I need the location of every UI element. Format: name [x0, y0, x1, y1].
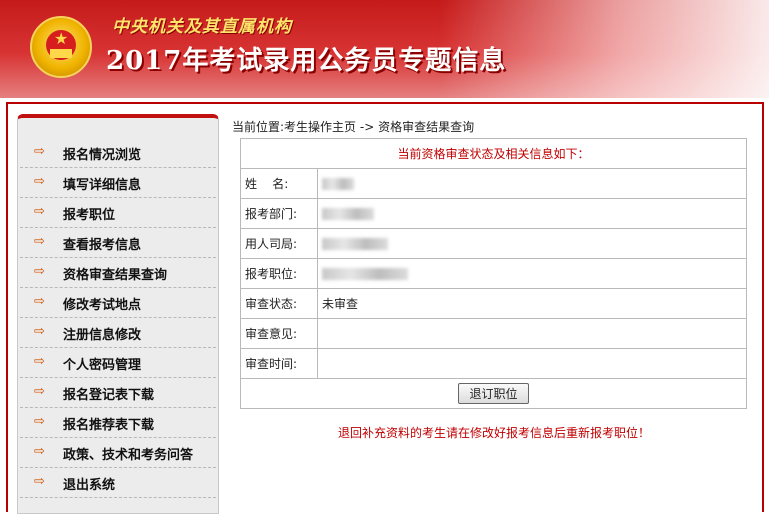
arrow-right-icon: ⇨	[34, 474, 45, 489]
arrow-right-icon: ⇨	[34, 414, 45, 429]
table-row: 审查时间:	[240, 348, 747, 379]
resubmit-notice: 退回补充资料的考生请在修改好报考信息后重新报考职位！	[338, 426, 651, 440]
arrow-right-icon: ⇨	[34, 294, 45, 309]
sidebar-item-label: 政策、技术和考务问答	[63, 448, 194, 463]
sidebar-item-label: 修改考试地点	[63, 298, 142, 313]
breadcrumb: 当前位置:考生操作主页 -> 资格审查结果查询	[232, 118, 474, 135]
table-header: 当前资格审查状态及相关信息如下：	[240, 138, 747, 169]
row-label: 姓 名:	[240, 168, 318, 199]
breadcrumb-home-link[interactable]: 考生操作主页	[284, 120, 356, 134]
banner-title: 2017年考试录用公务员专题信息	[106, 46, 507, 76]
table-row: 审查状态: 未审查	[240, 288, 747, 319]
row-label: 审查状态:	[240, 288, 318, 319]
row-label: 审查意见:	[240, 318, 318, 349]
sidebar-item-label: 报名登记表下载	[63, 388, 155, 403]
table-row: 审查意见:	[240, 318, 747, 349]
national-emblem-icon: ★	[30, 16, 92, 78]
sidebar-item-password[interactable]: ⇨ 个人密码管理	[20, 348, 216, 378]
sidebar-item-label: 填写详细信息	[63, 178, 142, 193]
bureau-value	[317, 228, 747, 259]
redacted-bureau	[322, 238, 388, 250]
review-info-table: 当前资格审查状态及相关信息如下： 姓 名: 报考部门: 用人司局: 报考职位: …	[240, 138, 747, 409]
table-row: 用人司局:	[240, 228, 747, 259]
cancel-position-button[interactable]: 退订职位	[458, 383, 529, 404]
sidebar-item-change-location[interactable]: ⇨ 修改考试地点	[20, 288, 216, 318]
table-row: 报考职位:	[240, 258, 747, 289]
arrow-right-icon: ⇨	[34, 264, 45, 279]
sidebar-item-review-result[interactable]: ⇨ 资格审查结果查询	[20, 258, 216, 288]
sidebar-item-label: 查看报考信息	[63, 238, 142, 253]
arrow-right-icon: ⇨	[34, 144, 45, 159]
sidebar-item-label: 资格审查结果查询	[63, 268, 168, 283]
arrow-right-icon: ⇨	[34, 204, 45, 219]
sidebar-item-label: 注册信息修改	[63, 328, 142, 343]
review-time-value	[317, 348, 747, 379]
sidebar-item-label: 退出系统	[63, 478, 116, 493]
sidebar-item-logout[interactable]: ⇨ 退出系统	[20, 468, 216, 498]
sidebar-item-apply-position[interactable]: ⇨ 报考职位	[20, 198, 216, 228]
sidebar: ⇨ 报名情况浏览 ⇨ 填写详细信息 ⇨ 报考职位 ⇨ 查看报考信息 ⇨ 资格审查结果查询 …	[17, 114, 219, 514]
redacted-position	[322, 268, 408, 280]
header-banner: ★ 中央机关及其直属机构 2017年考试录用公务员专题信息	[0, 0, 769, 98]
name-value	[317, 168, 747, 199]
sidebar-item-faq[interactable]: ⇨ 政策、技术和考务问答	[20, 438, 216, 468]
sidebar-item-download-registration-form[interactable]: ⇨ 报名登记表下载	[20, 378, 216, 408]
row-label: 审查时间:	[240, 348, 318, 379]
arrow-right-icon: ⇨	[34, 174, 45, 189]
arrow-right-icon: ⇨	[34, 384, 45, 399]
arrow-right-icon: ⇨	[34, 324, 45, 339]
redacted-department	[322, 208, 374, 220]
sidebar-item-label: 报考职位	[63, 208, 116, 223]
sidebar-item-label: 个人密码管理	[63, 358, 142, 373]
arrow-right-icon: ⇨	[34, 354, 45, 369]
breadcrumb-current: 资格审查结果查询	[378, 120, 475, 134]
row-label: 报考部门:	[240, 198, 318, 229]
sidebar-item-label: 报名情况浏览	[63, 148, 142, 163]
sidebar-item-edit-registration[interactable]: ⇨ 注册信息修改	[20, 318, 216, 348]
row-label: 报考职位:	[240, 258, 318, 289]
table-row: 姓 名:	[240, 168, 747, 199]
review-status-value: 未审查	[317, 288, 747, 319]
redacted-name	[322, 178, 354, 190]
row-label: 用人司局:	[240, 228, 318, 259]
sidebar-item-download-recommendation-form[interactable]: ⇨ 报名推荐表下载	[20, 408, 216, 438]
arrow-right-icon: ⇨	[34, 234, 45, 249]
table-row: 报考部门:	[240, 198, 747, 229]
review-opinion-value	[317, 318, 747, 349]
button-cell: 退订职位	[240, 378, 747, 409]
breadcrumb-prefix: 当前位置:	[232, 120, 285, 134]
sidebar-item-registration-browse[interactable]: ⇨ 报名情况浏览	[20, 138, 216, 168]
breadcrumb-separator: ->	[359, 120, 375, 134]
banner-subtitle: 中央机关及其直属机构	[112, 17, 292, 37]
sidebar-item-view-application[interactable]: ⇨ 查看报考信息	[20, 228, 216, 258]
sidebar-item-label: 报名推荐表下载	[63, 418, 155, 433]
department-value	[317, 198, 747, 229]
position-value	[317, 258, 747, 289]
sidebar-item-fill-details[interactable]: ⇨ 填写详细信息	[20, 168, 216, 198]
arrow-right-icon: ⇨	[34, 444, 45, 459]
